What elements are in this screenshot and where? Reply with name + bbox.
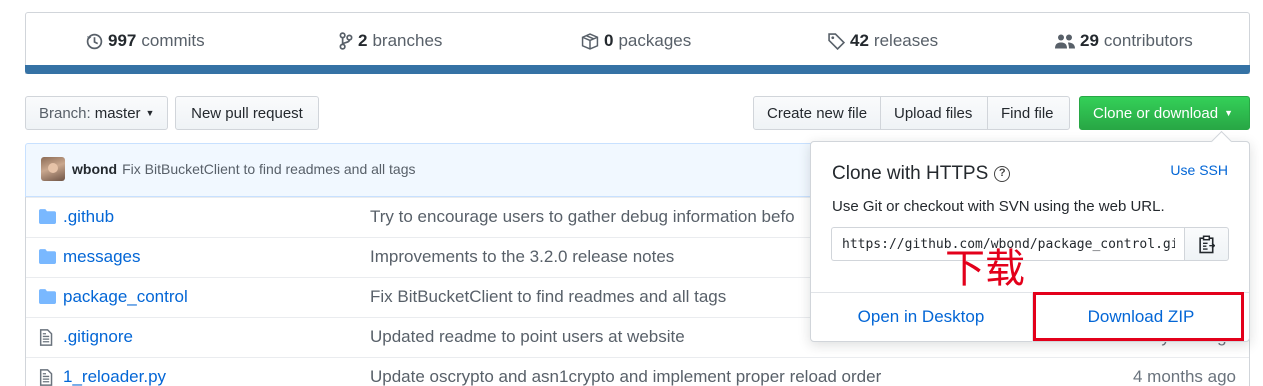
commits-link[interactable]: 997 commits xyxy=(86,29,205,53)
create-new-file-button[interactable]: Create new file xyxy=(753,96,881,130)
history-icon xyxy=(86,33,103,49)
packages-count: 0 xyxy=(604,31,614,50)
file-name[interactable]: .github xyxy=(63,207,114,227)
open-in-desktop-button[interactable]: Open in Desktop xyxy=(811,292,1031,342)
commit-summary: wbond Fix BitBucketClient to find readmes… xyxy=(72,161,415,177)
file-name[interactable]: messages xyxy=(63,247,140,267)
branch-select-button[interactable]: Branch: master ▼ xyxy=(25,96,168,130)
contributors-link[interactable]: 29 contributors xyxy=(1055,29,1193,53)
commit-message[interactable]: Fix BitBucketClient to find readmes and … xyxy=(122,161,415,177)
releases-link[interactable]: 42 releases xyxy=(828,29,938,53)
clone-button-label: Clone or download xyxy=(1093,104,1219,122)
branch-prefix: Branch: xyxy=(39,104,91,122)
branches-link[interactable]: 2 branches xyxy=(339,29,442,53)
package-icon xyxy=(581,32,599,50)
folder-icon xyxy=(39,249,56,267)
caret-down-icon: ▼ xyxy=(145,108,155,118)
table-row: 1_reloader.py Update oscrypto and asn1cr… xyxy=(26,357,1249,386)
releases-count: 42 xyxy=(850,31,869,50)
file-icon xyxy=(39,369,53,386)
folder-icon xyxy=(39,209,56,227)
popover-title-text: Clone with HTTPS xyxy=(832,163,989,184)
packages-label: packages xyxy=(618,31,692,50)
file-commit-message[interactable]: Improvements to the 3.2.0 release notes xyxy=(370,247,674,267)
clone-description: Use Git or checkout with SVN using the w… xyxy=(832,198,1165,215)
avatar[interactable] xyxy=(41,157,65,181)
upload-files-button[interactable]: Upload files xyxy=(880,96,988,130)
copy-url-button[interactable] xyxy=(1184,227,1229,261)
file-name[interactable]: 1_reloader.py xyxy=(63,367,166,386)
tag-icon xyxy=(828,32,845,50)
file-commit-message[interactable]: Updated readme to point users at website xyxy=(370,327,685,347)
commits-count: 997 xyxy=(108,31,137,50)
clipboard-icon xyxy=(1198,235,1215,253)
commits-label: commits xyxy=(141,31,205,50)
new-pull-request-button[interactable]: New pull request xyxy=(175,96,319,130)
file-icon xyxy=(39,329,53,349)
annotation-highlight-box xyxy=(1033,292,1244,341)
file-commit-message[interactable]: Update oscrypto and asn1crypto and imple… xyxy=(370,367,881,386)
contributors-count: 29 xyxy=(1080,31,1099,50)
people-icon xyxy=(1055,34,1075,48)
file-name[interactable]: .gitignore xyxy=(63,327,133,347)
branches-count: 2 xyxy=(358,31,368,50)
file-name[interactable]: package_control xyxy=(63,287,188,307)
caret-down-icon: ▼ xyxy=(1224,108,1234,118)
use-ssh-link[interactable]: Use SSH xyxy=(1170,162,1228,178)
file-commit-message[interactable]: Try to encourage users to gather debug i… xyxy=(370,207,795,227)
file-age: 4 months ago xyxy=(1132,367,1236,386)
find-file-button[interactable]: Find file xyxy=(987,96,1070,130)
commit-author[interactable]: wbond xyxy=(72,161,117,177)
file-commit-message[interactable]: Fix BitBucketClient to find readmes and … xyxy=(370,287,726,307)
question-icon[interactable]: ? xyxy=(994,166,1011,182)
clone-or-download-button[interactable]: Clone or download ▼ xyxy=(1079,96,1250,130)
folder-icon xyxy=(39,289,56,307)
contributors-label: contributors xyxy=(1103,31,1193,50)
branches-label: branches xyxy=(372,31,443,50)
packages-link[interactable]: 0 packages xyxy=(581,29,691,53)
language-bar xyxy=(25,65,1250,74)
git-branch-icon xyxy=(339,32,353,50)
popover-title: Clone with HTTPS ? xyxy=(832,163,1011,185)
annotation-label: 下载 xyxy=(945,246,1025,292)
releases-label: releases xyxy=(873,31,939,50)
branch-name: master xyxy=(94,104,141,122)
